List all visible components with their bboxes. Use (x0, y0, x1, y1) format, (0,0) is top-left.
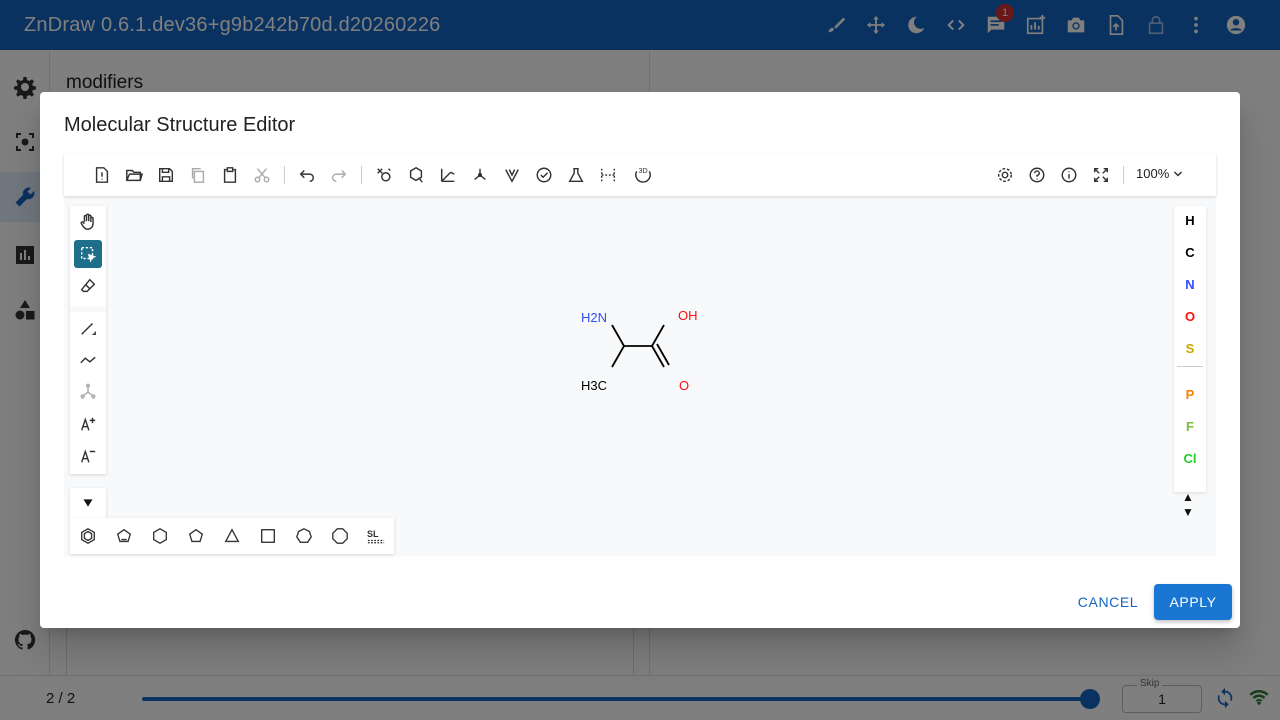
cyclopropane-ring-icon[interactable] (222, 526, 242, 546)
explicit-hydrogens-icon[interactable] (598, 165, 618, 185)
editor-settings-icon[interactable] (995, 165, 1015, 185)
element-p-button[interactable]: P (1174, 380, 1206, 408)
clean-icon[interactable] (406, 165, 426, 185)
bond-c-o (651, 345, 665, 368)
about-icon[interactable] (1059, 165, 1079, 185)
apply-button[interactable]: APPLY (1154, 584, 1232, 620)
editor-element-toolbar: H C N O S P F Cl (1174, 206, 1206, 492)
select-tool-icon[interactable] (74, 240, 102, 268)
cut-icon[interactable] (252, 165, 272, 185)
element-f-button[interactable]: F (1174, 412, 1206, 440)
charge-plus-tool-icon[interactable] (74, 410, 102, 438)
undo-icon[interactable] (297, 165, 317, 185)
aromatize-icon[interactable] (438, 165, 458, 185)
toolbar-divider (361, 166, 362, 184)
help-icon[interactable] (1027, 165, 1047, 185)
element-o-button[interactable]: O (1174, 302, 1206, 330)
charge-minus-tool-icon[interactable] (74, 442, 102, 470)
single-bond-tool-icon[interactable] (74, 314, 102, 342)
editor-top-toolbar: 3D 100% (64, 154, 1216, 196)
element-cl-button[interactable]: Cl (1174, 444, 1206, 472)
stereo-icon[interactable] (502, 165, 522, 185)
copy-icon[interactable] (188, 165, 208, 185)
carbonyl-oxygen-label: O (679, 378, 689, 393)
chain-tool-icon[interactable] (74, 346, 102, 374)
zoom-value: 100% (1136, 166, 1170, 181)
fullscreen-icon[interactable] (1091, 165, 1111, 185)
element-c-button[interactable]: C (1174, 238, 1206, 266)
cycloheptane-ring-icon[interactable] (294, 526, 314, 546)
cyclopentadiene-ring-icon[interactable] (114, 526, 134, 546)
hydroxyl-label: OH (678, 308, 698, 323)
ketcher-editor: 3D 100% SL H C N O S P F Cl ▲ ▼ H2N OH H… (64, 154, 1216, 556)
element-scroll-arrows[interactable]: ▲ ▼ (1182, 490, 1194, 520)
new-document-icon[interactable] (92, 165, 112, 185)
open-folder-icon[interactable] (124, 165, 144, 185)
bond-c-n (611, 324, 625, 347)
benzene-ring-icon[interactable] (78, 526, 98, 546)
3d-viewer-icon[interactable]: 3D (630, 165, 656, 185)
save-icon[interactable] (156, 165, 176, 185)
bond-c-oh (651, 324, 665, 347)
paste-icon[interactable] (220, 165, 240, 185)
editor-left-more (70, 488, 106, 518)
toolbar-divider (284, 166, 285, 184)
redo-icon[interactable] (329, 165, 349, 185)
cyclooctane-ring-icon[interactable] (330, 526, 350, 546)
element-s-button[interactable]: S (1174, 334, 1206, 362)
hand-tool-icon[interactable] (74, 208, 102, 236)
tool-group-gap (70, 306, 106, 312)
template-library-icon[interactable]: SL (364, 526, 388, 546)
methyl-label: H3C (581, 378, 607, 393)
cancel-button[interactable]: CANCEL (1066, 584, 1150, 620)
cyclohexane-ring-icon[interactable] (150, 526, 170, 546)
amine-label: H2N (581, 310, 607, 325)
structure-editor-dialog: Molecular Structure Editor 3D 100% SL H … (40, 92, 1240, 628)
dialog-title: Molecular Structure Editor (64, 114, 296, 136)
calculate-icon[interactable] (566, 165, 586, 185)
editor-ring-toolbar: SL (70, 518, 394, 554)
cyclobutane-ring-icon[interactable] (258, 526, 278, 546)
bond-c-o-second (656, 343, 670, 366)
zoom-select[interactable]: 100% (1136, 166, 1183, 181)
element-divider (1177, 366, 1203, 367)
r-group-tool-icon[interactable] (74, 378, 102, 406)
chevron-down-icon (1174, 170, 1183, 177)
template-library-label: SL (367, 529, 379, 539)
layout-icon[interactable] (374, 165, 394, 185)
eraser-tool-icon[interactable] (74, 272, 102, 300)
bond-c-ch3 (611, 345, 625, 368)
molecule-canvas[interactable]: H2N OH H3C O (564, 294, 724, 404)
cyclopentane-ring-icon[interactable] (186, 526, 206, 546)
svg-text:3D: 3D (639, 166, 648, 175)
element-n-button[interactable]: N (1174, 270, 1206, 298)
toolbar-divider (1123, 166, 1124, 184)
molecule-bonds (611, 324, 670, 368)
element-h-button[interactable]: H (1174, 206, 1206, 234)
check-structure-icon[interactable] (534, 165, 554, 185)
editor-left-toolbar (70, 206, 106, 474)
expand-down-icon[interactable] (74, 489, 102, 517)
dearomatize-icon[interactable] (470, 165, 490, 185)
